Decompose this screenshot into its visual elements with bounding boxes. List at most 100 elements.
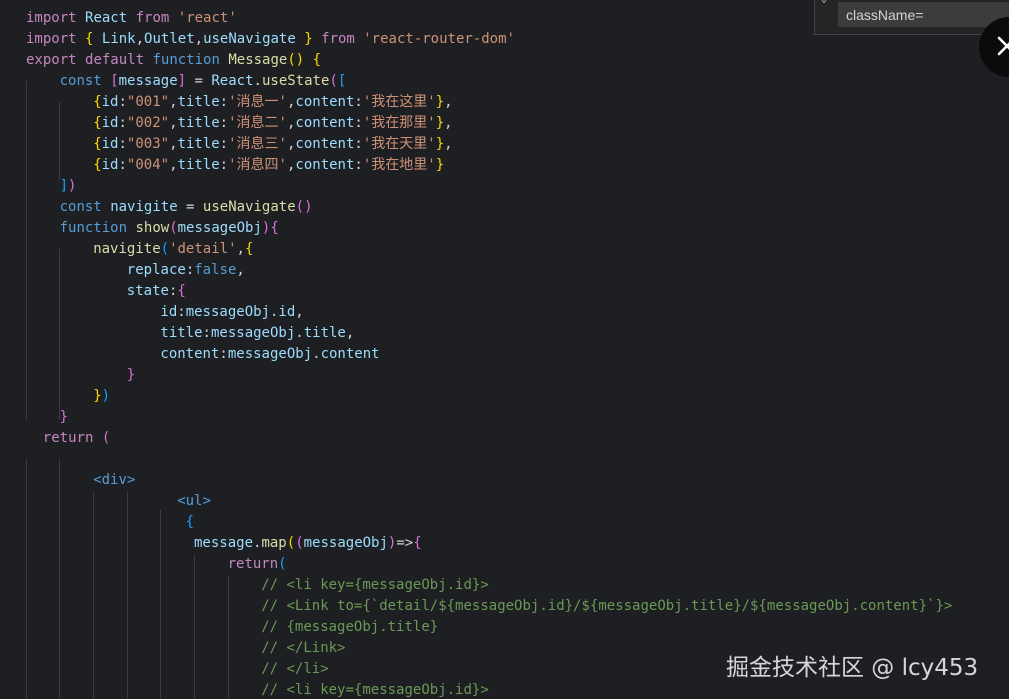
code-token: <div> <box>93 472 136 488</box>
code-token: messageObj <box>177 220 262 236</box>
code-line[interactable]: <ul> <box>0 491 211 512</box>
code-line[interactable]: import { Link,Outlet,useNavigate } from … <box>0 29 515 50</box>
code-token: , <box>169 136 178 152</box>
find-input[interactable] <box>838 2 1009 27</box>
code-token: } <box>435 136 445 152</box>
code-line[interactable]: { <box>0 512 194 533</box>
code-token: { <box>413 535 422 551</box>
code-token: ) <box>101 388 111 404</box>
code-line[interactable]: return ( <box>0 428 110 449</box>
code-line[interactable]: import React from 'react' <box>0 8 237 29</box>
code-line[interactable]: function show(messageObj){ <box>0 218 279 239</box>
code-line[interactable]: // <Link to={`detail/${messageObj.id}/${… <box>0 596 952 617</box>
code-token: '消息二' <box>228 115 287 131</box>
code-line[interactable]: title:messageObj.title, <box>0 323 354 344</box>
code-token: , <box>295 304 304 320</box>
code-token: const <box>59 73 102 89</box>
code-token: // {messageObj.title} <box>261 619 439 635</box>
code-line[interactable]: {id:"001",title:'消息一',content:'我在这里'}, <box>0 92 452 113</box>
code-token: : <box>354 136 363 152</box>
code-line[interactable]: state:{ <box>0 281 186 302</box>
code-token: id <box>101 94 119 110</box>
code-token: 'react-router-dom' <box>363 31 515 47</box>
code-token: // </Link> <box>261 640 346 656</box>
code-token: } <box>435 115 445 131</box>
code-token: { <box>312 52 322 68</box>
code-token: // <Link to={`detail/${messageObj.id}/${… <box>261 598 953 614</box>
code-token: : <box>118 136 127 152</box>
code-token: = <box>177 199 203 215</box>
code-editor[interactable]: import React from 'react' import { Link,O… <box>0 0 1009 699</box>
code-token: const <box>59 199 102 215</box>
code-token: return <box>42 430 94 446</box>
code-token: messageObj <box>210 325 296 341</box>
code-line[interactable] <box>0 449 26 470</box>
code-token: content <box>320 346 380 362</box>
code-token: , <box>444 115 453 131</box>
indent-guide <box>160 510 161 699</box>
code-line[interactable]: const navigite = useNavigate() <box>0 197 313 218</box>
code-token: "002" <box>126 115 170 131</box>
code-token: { <box>93 94 102 110</box>
code-line[interactable]: {id:"004",title:'消息四',content:'我在地里'} <box>0 155 444 176</box>
code-line[interactable]: <div> <box>0 470 135 491</box>
code-token: state <box>126 283 169 299</box>
code-line[interactable]: const [message] = React.useState([ <box>0 71 347 92</box>
indent-guide <box>228 576 229 699</box>
code-token: Outlet <box>144 31 195 47</box>
code-token: id <box>160 304 178 320</box>
code-token: title <box>177 94 220 110</box>
code-token: } <box>93 388 102 404</box>
code-line[interactable]: replace:false, <box>0 260 245 281</box>
code-token: export <box>26 52 77 68</box>
code-line[interactable]: navigite('detail',{ <box>0 239 253 260</box>
code-token: useNavigate <box>203 31 296 47</box>
code-token: : <box>118 157 127 173</box>
code-line[interactable]: // </li> <box>0 659 328 680</box>
code-token: : <box>219 157 229 173</box>
code-line[interactable]: id:messageObj.id, <box>0 302 304 323</box>
code-token: , <box>194 31 204 47</box>
chevron-down-icon[interactable]: ⌄ <box>821 0 827 5</box>
code-token: replace <box>126 262 186 278</box>
code-line[interactable]: } <box>0 407 68 428</box>
code-line[interactable]: ]) <box>0 176 77 197</box>
code-line[interactable]: {id:"002",title:'消息二',content:'我在那里'}, <box>0 113 453 134</box>
code-token: return <box>227 556 279 572</box>
code-token: : <box>354 157 363 173</box>
code-token: { <box>93 157 102 173</box>
code-line[interactable]: message.map((messageObj)=>{ <box>0 533 422 554</box>
code-token: ] <box>177 73 187 89</box>
code-line[interactable]: }) <box>0 386 110 407</box>
code-token: => <box>396 535 414 551</box>
indent-guide <box>26 459 27 699</box>
code-line[interactable]: // <li key={messageObj.id}> <box>0 575 489 596</box>
code-token: , <box>345 325 355 341</box>
indent-guide <box>59 102 60 180</box>
code-token: Message <box>228 52 288 68</box>
code-token: 'react' <box>177 10 237 26</box>
code-line[interactable]: export default function Message() { <box>0 50 321 71</box>
code-line[interactable]: // </Link> <box>0 638 345 659</box>
code-token: id <box>101 136 119 152</box>
code-token: from <box>321 31 355 47</box>
code-line[interactable]: {id:"003",title:'消息三',content:'我在天里'}, <box>0 134 452 155</box>
code-token: function <box>59 220 128 236</box>
code-line[interactable]: // {messageObj.title} <box>0 617 438 638</box>
code-token: message <box>118 73 178 89</box>
code-line[interactable]: return( <box>0 554 287 575</box>
code-token: title <box>160 325 203 341</box>
code-line[interactable]: } <box>0 365 135 386</box>
code-token: show <box>135 220 170 236</box>
code-token: navigite <box>110 199 178 215</box>
code-line[interactable]: content:messageObj.content <box>0 344 380 365</box>
code-token: '我在地里' <box>362 157 436 173</box>
code-line[interactable]: // <li key={messageObj.id}> <box>0 680 489 699</box>
